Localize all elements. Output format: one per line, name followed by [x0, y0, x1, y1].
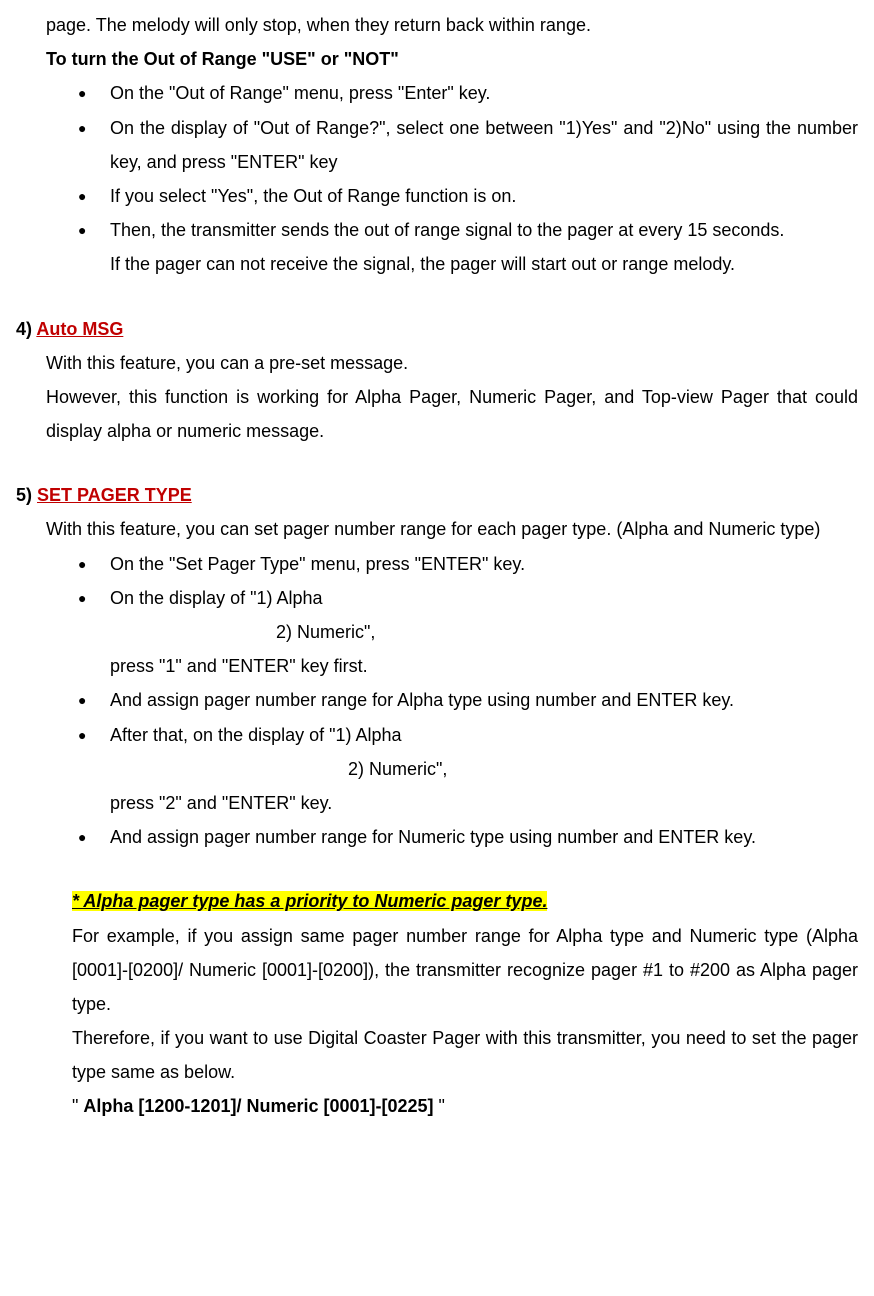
note-p3-pre: " — [72, 1096, 83, 1116]
bullet-continuation: press "1" and "ENTER" key first. — [16, 649, 858, 683]
section-4-heading: 4) Auto MSG — [16, 312, 858, 346]
bullet-icon: ● — [78, 683, 110, 714]
bullet-continuation: If the pager can not receive the signal,… — [16, 247, 858, 281]
bullet-icon: ● — [78, 820, 110, 851]
bullet-item: ● On the display of "1) Alpha — [16, 581, 858, 615]
bullet-text: On the display of "1) Alpha — [110, 581, 858, 615]
bullet-continuation: press "2" and "ENTER" key. — [16, 786, 858, 820]
bullet-item: ● On the display of "Out of Range?", sel… — [16, 111, 858, 179]
note-p1: For example, if you assign same pager nu… — [16, 919, 858, 1022]
bullet-icon: ● — [78, 76, 110, 107]
section-4-p1: With this feature, you can a pre-set mes… — [16, 346, 858, 380]
section-title: SET PAGER TYPE — [37, 485, 192, 505]
bullet-text: And assign pager number range for Alpha … — [110, 683, 858, 717]
bullet-item: ● On the "Set Pager Type" menu, press "E… — [16, 547, 858, 581]
out-of-range-heading: To turn the Out of Range "USE" or "NOT" — [16, 42, 858, 76]
bullet-subline: 2) Numeric", — [16, 752, 858, 786]
note-highlight: * Alpha pager type has a priority to Num… — [72, 891, 547, 911]
intro-line: page. The melody will only stop, when th… — [16, 8, 858, 42]
note-p3-bold: Alpha [1200-1201]/ Numeric [0001]-[0225] — [83, 1096, 433, 1116]
bullet-text: On the "Set Pager Type" menu, press "ENT… — [110, 547, 858, 581]
bullet-item: ● If you select "Yes", the Out of Range … — [16, 179, 858, 213]
section-5-heading: 5) SET PAGER TYPE — [16, 478, 858, 512]
section-5-p1: With this feature, you can set pager num… — [16, 512, 858, 546]
bullet-item: ● On the "Out of Range" menu, press "Ent… — [16, 76, 858, 110]
bullet-text: And assign pager number range for Numeri… — [110, 820, 858, 854]
bullet-icon: ● — [78, 179, 110, 210]
bullet-text: If you select "Yes", the Out of Range fu… — [110, 179, 858, 213]
note-p3-post: " — [434, 1096, 445, 1116]
bullet-icon: ● — [78, 718, 110, 749]
bullet-subline: 2) Numeric", — [16, 615, 858, 649]
bullet-text: After that, on the display of "1) Alpha — [110, 718, 858, 752]
bullet-item: ● And assign pager number range for Nume… — [16, 820, 858, 854]
bullet-item: ● Then, the transmitter sends the out of… — [16, 213, 858, 247]
note-p2: Therefore, if you want to use Digital Co… — [16, 1021, 858, 1089]
section-number: 5) — [16, 485, 37, 505]
bullet-icon: ● — [78, 111, 110, 142]
bullet-icon: ● — [78, 581, 110, 612]
bullet-text: On the display of "Out of Range?", selec… — [110, 111, 858, 179]
note-p3: " Alpha [1200-1201]/ Numeric [0001]-[022… — [16, 1089, 858, 1123]
bullet-icon: ● — [78, 547, 110, 578]
bullet-item: ● And assign pager number range for Alph… — [16, 683, 858, 717]
bullet-text: On the "Out of Range" menu, press "Enter… — [110, 76, 858, 110]
bullet-icon: ● — [78, 213, 110, 244]
section-number: 4) — [16, 319, 36, 339]
section-4-p2: However, this function is working for Al… — [16, 380, 858, 448]
section-title: Auto MSG — [36, 319, 123, 339]
note-highlight-row: * Alpha pager type has a priority to Num… — [16, 884, 858, 918]
bullet-item: ● After that, on the display of "1) Alph… — [16, 718, 858, 752]
bullet-text: Then, the transmitter sends the out of r… — [110, 213, 858, 247]
